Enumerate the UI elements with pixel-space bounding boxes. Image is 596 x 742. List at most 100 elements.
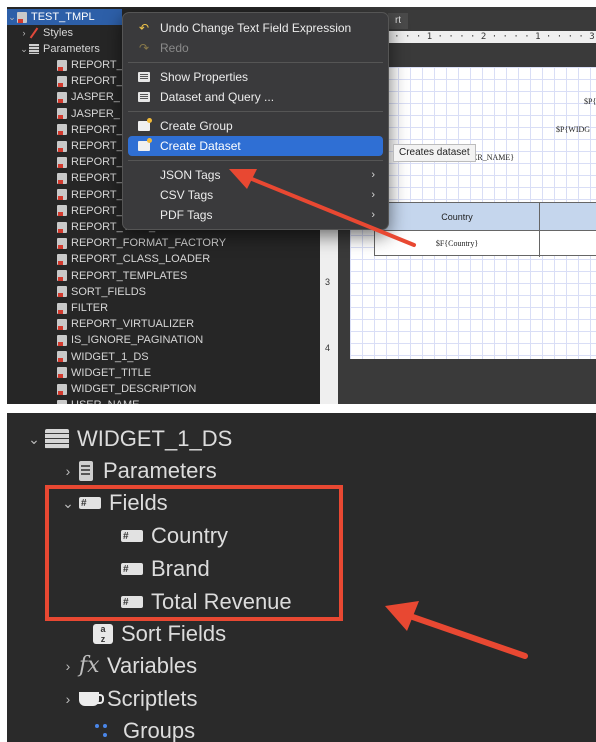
tree-item-label: Groups bbox=[123, 718, 196, 742]
tree-item-parameters[interactable]: ⌄ Parameters bbox=[19, 41, 100, 57]
menu-item-label: Create Group bbox=[160, 119, 233, 133]
country-table[interactable]: Country $F{Country} bbox=[374, 202, 596, 257]
tree-item-label: Scriptlets bbox=[107, 686, 198, 711]
tree-item-parameter[interactable]: REPORT_ bbox=[57, 73, 123, 89]
tree-item-label: REPORT_ bbox=[71, 204, 123, 217]
chevron-right-icon[interactable]: › bbox=[19, 25, 29, 41]
tree-item-scriptlets[interactable]: › Scriptlets bbox=[57, 683, 198, 715]
menu-item-label: Undo Change Text Field Expression bbox=[160, 21, 352, 35]
tree-item-label: WIDGET_1_DS bbox=[71, 350, 149, 363]
tree-item-label: FILTER bbox=[71, 302, 109, 314]
tree-root-dataset[interactable]: ⌄ WIDGET_1_DS bbox=[23, 423, 232, 455]
tree-item-parameter[interactable]: WIDGET_1_DS bbox=[57, 349, 149, 365]
tree-item-parameter[interactable]: REPORT_ bbox=[57, 138, 123, 154]
table-cell-country[interactable]: $F{Country} bbox=[375, 231, 540, 257]
tree-item-parameter[interactable]: REPORT_TEMPLATES bbox=[57, 268, 187, 284]
tree-item-styles[interactable]: › Styles bbox=[19, 25, 73, 41]
chevron-down-icon[interactable]: ⌄ bbox=[19, 41, 29, 57]
menu-separator bbox=[128, 62, 383, 63]
tree-item-parameter[interactable]: REPORT_VIRTUALIZER bbox=[57, 316, 194, 332]
menu-item-label: CSV Tags bbox=[160, 188, 214, 202]
tree-item-label: IS_IGNORE_PAGINATION bbox=[71, 334, 204, 347]
tree-item-parameter[interactable]: WIDGET_TITLE bbox=[57, 365, 151, 381]
menu-item-label: Create Dataset bbox=[160, 139, 241, 153]
menu-item-json-tags[interactable]: JSON Tags › bbox=[128, 165, 383, 185]
tree-item-parameter[interactable]: WIDGET_DESCRIPTION bbox=[57, 381, 196, 397]
tree-root-report[interactable]: ⌄ TEST_TMPL bbox=[7, 9, 122, 25]
tree-item-parameter[interactable]: REPORT_ bbox=[57, 122, 123, 138]
tree-item-parameter[interactable]: REPORT_ bbox=[57, 187, 123, 203]
parameter-icon bbox=[57, 140, 67, 152]
sort-icon: az bbox=[93, 624, 113, 644]
chevron-right-icon[interactable]: › bbox=[57, 650, 79, 682]
parameters-icon bbox=[29, 44, 39, 54]
tree-item-label: Sort Fields bbox=[121, 621, 227, 646]
tooltip: Creates dataset bbox=[393, 144, 476, 162]
tree-item-sort-fields[interactable]: az Sort Fields bbox=[93, 618, 226, 650]
tree-item-label: REPORT_ bbox=[71, 188, 123, 201]
menu-item-undo[interactable]: ↶ Undo Change Text Field Expression bbox=[128, 18, 383, 38]
widget-description-expression[interactable]: $P{WIDG bbox=[556, 125, 590, 134]
tree-item-parameter[interactable]: REPORT_ bbox=[57, 170, 123, 186]
tree-item-parameter[interactable]: FILTER bbox=[57, 300, 108, 316]
tree-root-label: WIDGET_1_DS bbox=[77, 426, 233, 451]
table-header-country[interactable]: Country bbox=[375, 203, 540, 231]
menu-item-label: JSON Tags bbox=[160, 168, 221, 182]
properties-icon bbox=[137, 70, 151, 84]
chevron-down-icon[interactable]: ⌄ bbox=[23, 423, 45, 455]
widget-title-expression[interactable]: $P{W bbox=[584, 97, 596, 106]
menu-item-create-group[interactable]: Create Group bbox=[128, 116, 383, 136]
parameter-icon bbox=[57, 189, 67, 201]
tree-item-label: SORT_FIELDS bbox=[71, 285, 146, 298]
parameter-icon bbox=[57, 108, 67, 120]
tree-item-parameter[interactable]: JASPER_ bbox=[57, 106, 120, 122]
tree-item-parameters[interactable]: › Parameters bbox=[57, 455, 217, 487]
tree-item-parameter[interactable]: USER_NAME bbox=[57, 397, 139, 404]
tree-item-parameter[interactable]: REPORT_ bbox=[57, 57, 123, 73]
tree-item-parameter[interactable]: JASPER_ bbox=[57, 89, 120, 105]
tree-item-label: Styles bbox=[43, 27, 73, 39]
menu-separator bbox=[128, 160, 383, 161]
parameter-icon bbox=[57, 253, 67, 265]
tree-item-parameter[interactable]: REPORT_FORMAT_FACTORY bbox=[57, 235, 226, 251]
tree-item-parameter[interactable]: REPORT_ bbox=[57, 203, 123, 219]
parameter-icon bbox=[57, 156, 67, 168]
tree-item-label: Variables bbox=[107, 653, 198, 678]
undo-icon: ↶ bbox=[138, 21, 150, 35]
groups-icon bbox=[93, 721, 115, 741]
tree-item-label: REPORT_FORMAT_FACTORY bbox=[71, 237, 227, 250]
editor-tab[interactable]: rt bbox=[388, 13, 408, 29]
menu-item-label: Redo bbox=[160, 41, 189, 55]
tree-item-parameter[interactable]: REPORT_CLASS_LOADER bbox=[57, 251, 210, 267]
tree-item-label: Parameters bbox=[43, 43, 100, 55]
table-header-empty[interactable] bbox=[540, 203, 596, 231]
tree-item-parameter[interactable]: REPORT_ bbox=[57, 154, 123, 170]
parameter-icon bbox=[57, 221, 67, 233]
tree-item-label: REPORT_ bbox=[71, 156, 123, 169]
chevron-right-icon[interactable]: › bbox=[57, 455, 79, 487]
submenu-chevron-icon: › bbox=[371, 189, 375, 201]
menu-item-create-dataset[interactable]: Create Dataset bbox=[128, 136, 383, 156]
parameter-icon bbox=[57, 351, 67, 363]
menu-item-dataset-and-query[interactable]: Dataset and Query ... bbox=[128, 87, 383, 107]
menu-item-redo[interactable]: ↷ Redo bbox=[128, 38, 383, 58]
tree-item-parameter[interactable]: SORT_FIELDS bbox=[57, 284, 146, 300]
chevron-right-icon[interactable]: › bbox=[57, 683, 79, 715]
parameter-icon bbox=[57, 172, 67, 184]
parameter-icon bbox=[57, 334, 67, 346]
tree-item-groups[interactable]: Groups bbox=[93, 715, 195, 742]
menu-separator bbox=[128, 111, 383, 112]
tree-item-parameter[interactable]: IS_IGNORE_PAGINATION bbox=[57, 332, 203, 348]
tree-root-label: TEST_TMPL bbox=[31, 11, 95, 23]
function-icon: fx bbox=[79, 653, 100, 678]
parameter-icon bbox=[57, 124, 67, 136]
tree-item-label: REPORT_CLASS_LOADER bbox=[71, 253, 211, 266]
menu-item-pdf-tags[interactable]: PDF Tags › bbox=[128, 205, 383, 225]
chevron-down-icon[interactable]: ⌄ bbox=[7, 9, 17, 25]
report-editor-screenshot: ⌄ TEST_TMPL › Styles ⌄ Parameters REPORT… bbox=[7, 7, 596, 404]
menu-item-show-properties[interactable]: Show Properties bbox=[128, 67, 383, 87]
tree-item-variables[interactable]: › fx Variables bbox=[57, 650, 197, 682]
menu-item-label: PDF Tags bbox=[160, 208, 213, 222]
menu-item-csv-tags[interactable]: CSV Tags › bbox=[128, 185, 383, 205]
dataset-icon bbox=[45, 429, 69, 449]
